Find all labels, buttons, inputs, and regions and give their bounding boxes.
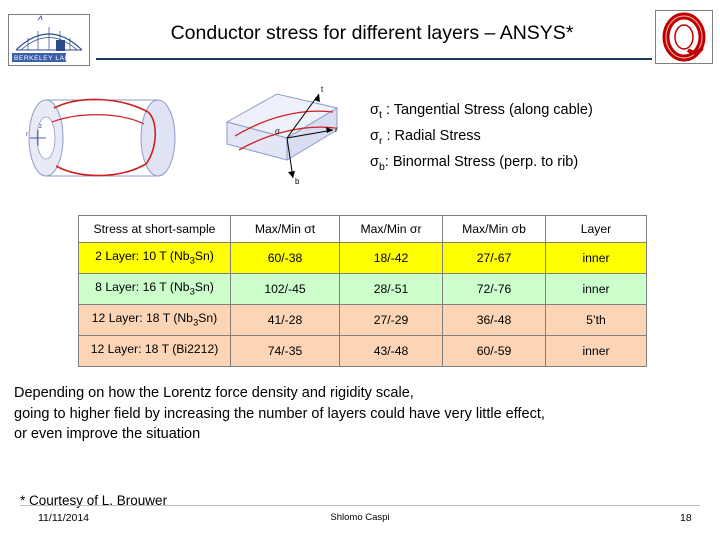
- title-divider: [96, 58, 652, 60]
- row-label: 12 Layer: 18 T (Nb3Sn): [78, 304, 231, 336]
- svg-text:BERKELEY LAB: BERKELEY LAB: [14, 55, 70, 62]
- legend-line-tangential: σt : Tangential Stress (along cable): [370, 100, 593, 126]
- cell-sigma-b: 27/-67: [442, 242, 546, 274]
- th-sigma-t: Max/Min σt: [230, 215, 340, 243]
- sigma-b-symbol: σ: [370, 153, 379, 170]
- cell-layer: 5’th: [545, 304, 647, 336]
- row-label: 8 Layer: 16 T (Nb3Sn): [78, 273, 231, 305]
- conclusion-paragraph: Depending on how the Lorentz force densi…: [14, 383, 706, 445]
- stress-axes-figure: σ r b t: [215, 78, 360, 198]
- stress-legend: σt : Tangential Stress (along cable) σr …: [370, 100, 593, 178]
- cell-sigma-t: 60/-38: [230, 242, 340, 274]
- svg-text:σ: σ: [275, 127, 280, 136]
- th-sigma-b: Max/Min σb: [442, 215, 546, 243]
- svg-text:b: b: [295, 177, 300, 186]
- coil-logo: [655, 10, 713, 64]
- footer-divider: [20, 505, 700, 506]
- table-header-row: Stress at short-sample Max/Min σt Max/Mi…: [78, 215, 647, 243]
- sigma-t-symbol: σ: [370, 102, 379, 118]
- cell-sigma-r: 18/-42: [339, 242, 443, 274]
- cell-sigma-r: 27/-29: [339, 304, 443, 336]
- legend-line-radial: σr : Radial Stress: [370, 126, 593, 152]
- conclusion-line-1: Depending on how the Lorentz force densi…: [14, 385, 414, 401]
- row-label-pre: 8 Layer: 16 T (Nb: [95, 280, 190, 295]
- cell-sigma-t: 41/-28: [230, 304, 340, 336]
- cell-sigma-b: 36/-48: [442, 304, 546, 336]
- cell-layer: inner: [545, 335, 647, 367]
- table-row: 8 Layer: 16 T (Nb3Sn) 102/-45 28/-51 72/…: [78, 273, 647, 305]
- row-label: 2 Layer: 10 T (Nb3Sn): [78, 242, 231, 274]
- sigma-r-text: : Radial Stress: [382, 127, 481, 144]
- sigma-b-text: : Binormal Stress (perp. to rib): [384, 153, 579, 170]
- th-sigma-r: Max/Min σr: [339, 215, 443, 243]
- row-label: 12 Layer: 18 T (Bi2212): [78, 335, 231, 367]
- row-label-post: Sn): [194, 280, 214, 295]
- cell-sigma-r: 28/-51: [339, 273, 443, 305]
- footer-page-number: 18: [680, 512, 692, 524]
- conclusion-line-2: going to higher field by increasing the …: [14, 405, 545, 422]
- page-title: Conductor stress for different layers – …: [170, 22, 574, 44]
- sigma-t-text: : Tangential Stress (along cable): [381, 102, 593, 118]
- footer-author: Shlomo Caspi: [330, 512, 390, 523]
- cell-layer: inner: [545, 273, 647, 305]
- cell-sigma-r: 43/-48: [339, 335, 443, 367]
- sigma-r-symbol: σ: [370, 127, 379, 144]
- stress-table: Stress at short-sample Max/Min σt Max/Mi…: [78, 215, 647, 367]
- legend-line-binormal: σb: Binormal Stress (perp. to rib): [370, 152, 593, 178]
- th-stress: Stress at short-sample: [78, 215, 231, 243]
- conclusion-line-3: or even improve the situation: [14, 426, 201, 442]
- table-row: 12 Layer: 18 T (Nb3Sn) 41/-28 27/-29 36/…: [78, 304, 647, 336]
- cell-layer: inner: [545, 242, 647, 274]
- th-layer: Layer: [545, 215, 647, 243]
- row-label-pre: 12 Layer: 18 T (Nb: [91, 311, 193, 326]
- table-row: 12 Layer: 18 T (Bi2212) 74/-35 43/-48 60…: [78, 335, 647, 367]
- berkeley-lab-logo: BERKELEY LAB: [8, 14, 90, 66]
- svg-text:z: z: [39, 124, 42, 130]
- row-label-post: Sn): [194, 249, 214, 264]
- cell-sigma-b: 60/-59: [442, 335, 546, 367]
- cell-sigma-b: 72/-76: [442, 273, 546, 305]
- svg-text:t: t: [321, 85, 324, 94]
- row-label-post: Sn): [198, 311, 218, 326]
- svg-text:r: r: [26, 132, 28, 138]
- svg-text:r: r: [335, 125, 338, 134]
- row-label-pre: 2 Layer: 10 T (Nb: [95, 249, 190, 264]
- row-label-pre: 12 Layer: 18 T (Bi2212): [90, 342, 219, 357]
- table-row: 2 Layer: 10 T (Nb3Sn) 60/-38 18/-42 27/-…: [78, 242, 647, 274]
- cell-sigma-t: 102/-45: [230, 273, 340, 305]
- cell-sigma-t: 74/-35: [230, 335, 340, 367]
- cylinder-coil-figure: z r: [8, 78, 208, 198]
